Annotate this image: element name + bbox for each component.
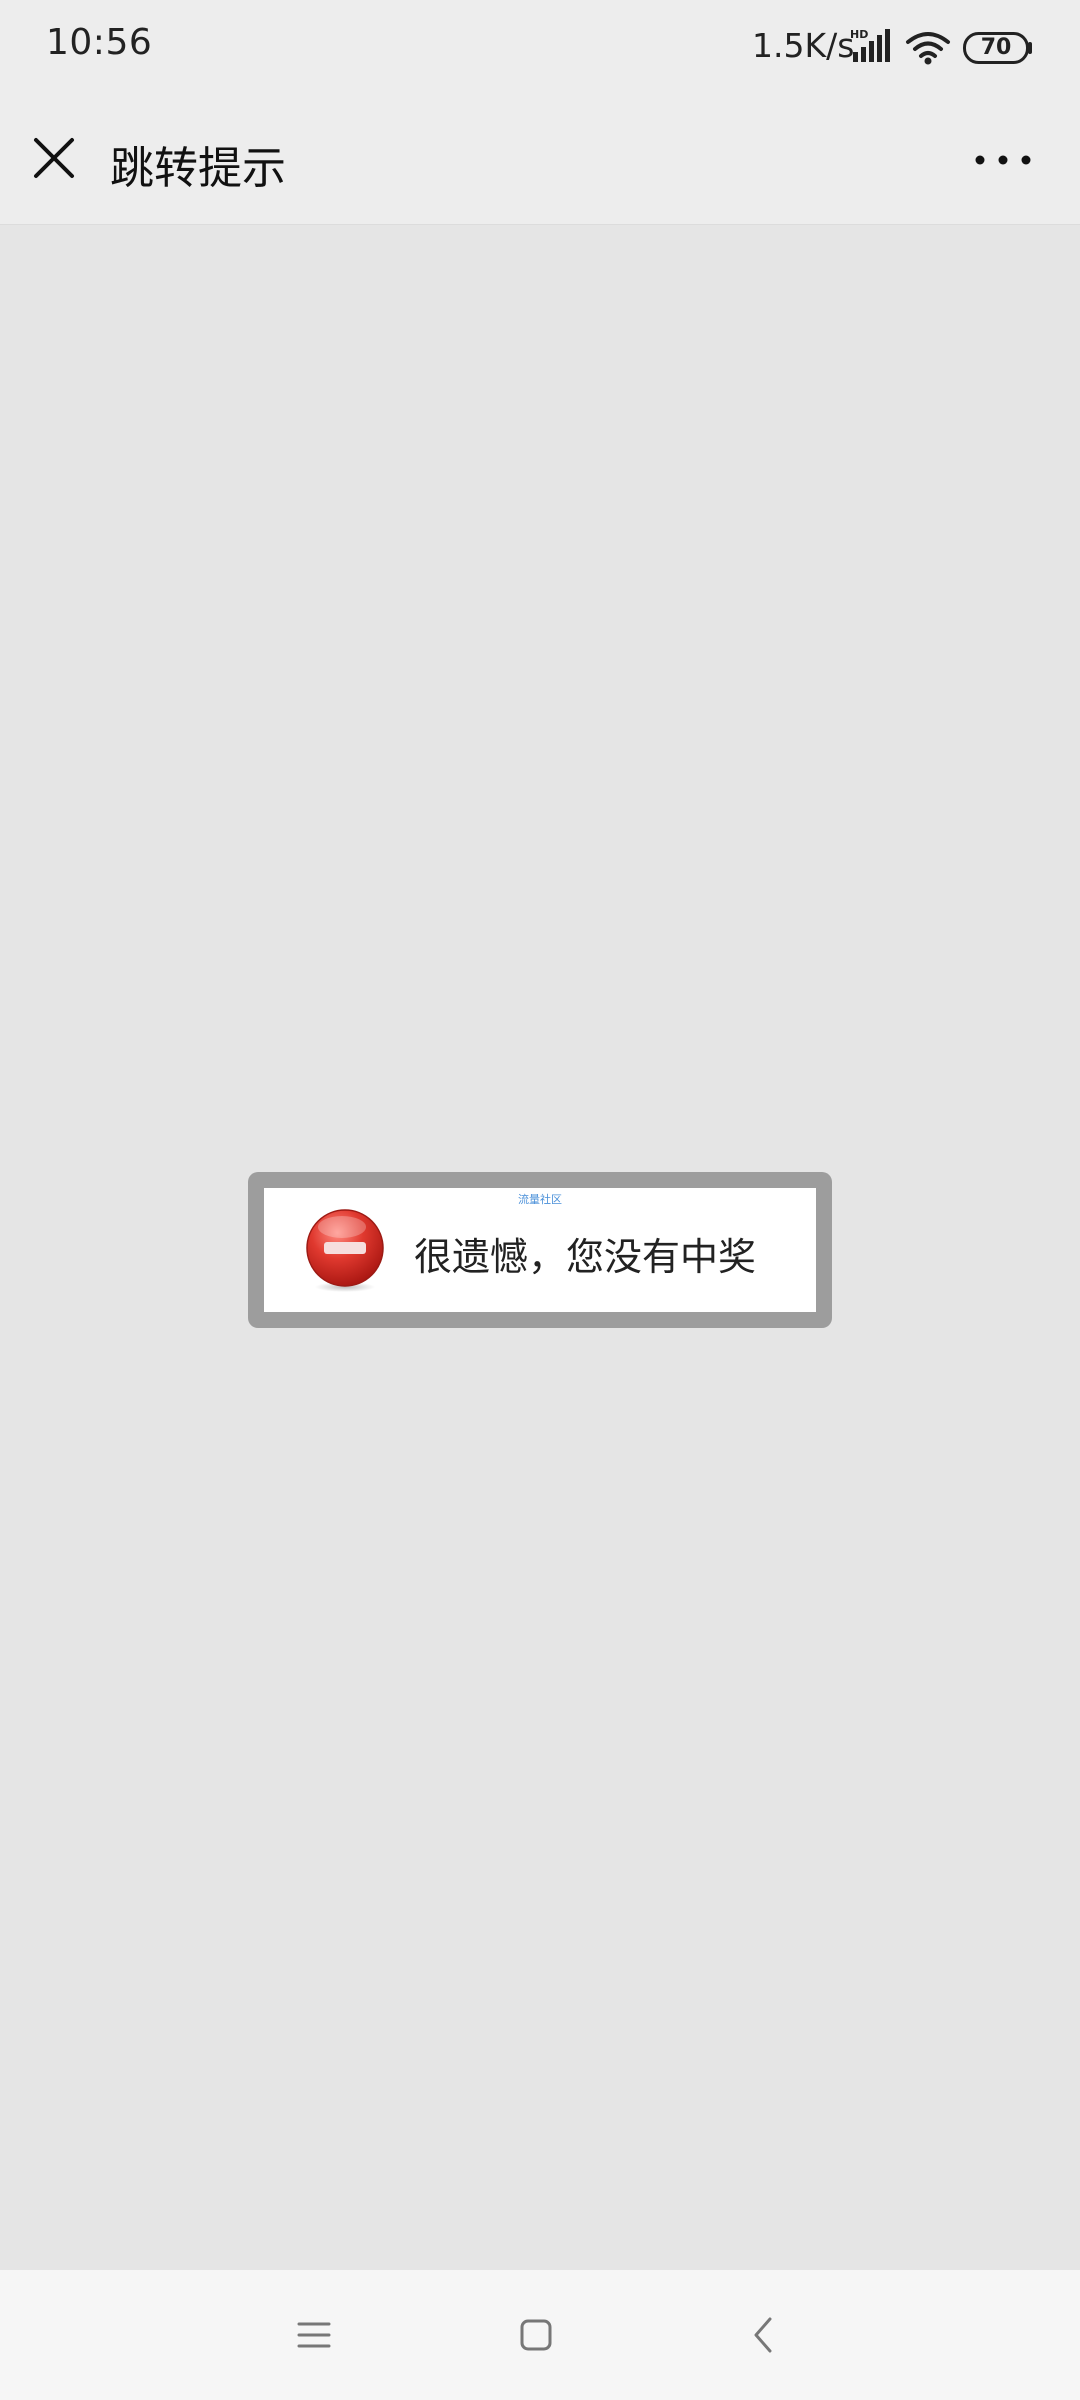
menu-icon	[297, 2322, 331, 2348]
status-bar: 10:56 1.5K/s HD 70	[0, 0, 1080, 96]
wifi-icon	[906, 32, 950, 65]
dialog-message: 很遗憾，您没有中奖	[414, 1235, 757, 1279]
signal-label: HD	[850, 28, 868, 41]
more-button[interactable]	[968, 130, 1038, 190]
dialog-watermark: 流量社区	[518, 1193, 562, 1206]
recent-apps-button[interactable]	[284, 2305, 344, 2365]
signal-icon: HD	[850, 28, 890, 62]
more-icon	[975, 155, 1031, 165]
system-nav-bar	[0, 2270, 1080, 2400]
battery-level: 70	[980, 35, 1012, 60]
error-icon	[306, 1209, 384, 1292]
status-time: 10:56	[46, 22, 153, 63]
close-icon	[34, 138, 74, 178]
network-speed: 1.5K/s	[752, 26, 855, 65]
close-button[interactable]	[22, 126, 86, 190]
back-button[interactable]	[734, 2305, 794, 2365]
result-dialog: 流量社区 很遗憾，您没有中奖	[248, 1172, 832, 1328]
dialog-content: 流量社区 很遗憾，您没有中奖	[264, 1188, 816, 1312]
title-bar: 跳转提示	[0, 96, 1080, 225]
home-icon	[520, 2319, 552, 2351]
page-title: 跳转提示	[110, 143, 286, 194]
home-button[interactable]	[506, 2305, 566, 2365]
back-icon	[754, 2317, 772, 2353]
